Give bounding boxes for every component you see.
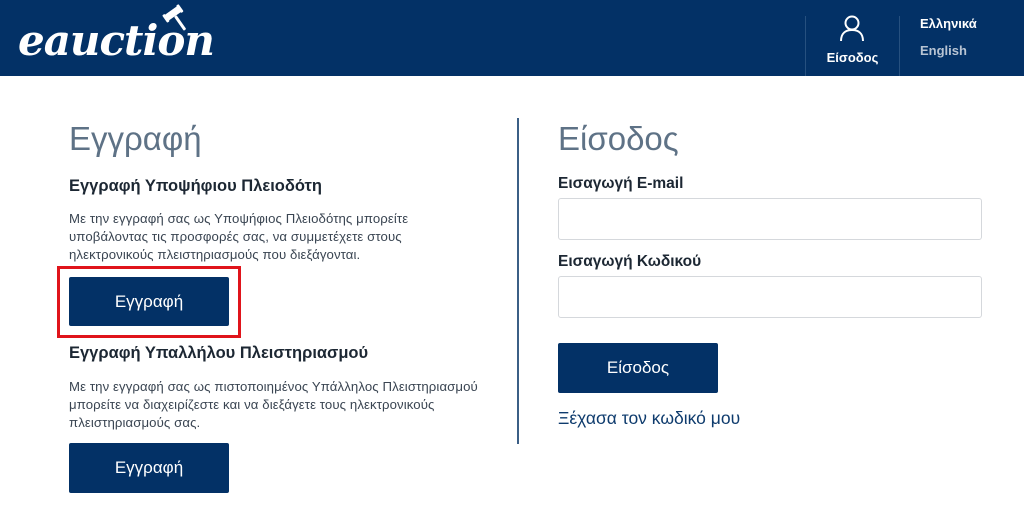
password-label: Εισαγωγή Κωδικού: [558, 253, 702, 270]
forgot-password-link[interactable]: Ξέχασα τον κωδικό μου: [558, 408, 740, 429]
site-header: eauction Είσοδος Ελληνικά English: [0, 0, 1024, 76]
bidder-register-button[interactable]: Εγγραφή: [69, 277, 229, 326]
login-submit-button[interactable]: Είσοδος: [558, 343, 718, 393]
header-divider: [899, 16, 900, 76]
header-login-label: Είσοδος: [826, 50, 879, 65]
bidder-register-heading: Εγγραφή Υποψήφιου Πλειοδότη: [69, 177, 322, 195]
header-login-link[interactable]: Είσοδος: [806, 0, 899, 76]
employee-register-heading: Εγγραφή Υπαλλήλου Πλειστηριασμού: [69, 344, 369, 362]
language-english[interactable]: English: [920, 43, 967, 58]
email-field[interactable]: [558, 198, 982, 240]
column-divider: [517, 118, 519, 444]
eauction-logo[interactable]: eauction: [18, 4, 238, 68]
language-greek[interactable]: Ελληνικά: [920, 16, 977, 31]
user-icon: [840, 15, 864, 42]
register-title: Εγγραφή: [69, 120, 202, 157]
bidder-register-description: Με την εγγραφή σας ως Υποψήφιος Πλειοδότ…: [69, 211, 409, 262]
gavel-icon: [162, 4, 186, 31]
password-field[interactable]: [558, 276, 982, 318]
login-title: Είσοδος: [558, 120, 679, 157]
employee-register-button[interactable]: Εγγραφή: [69, 443, 229, 493]
email-label: Εισαγωγή E-mail: [558, 175, 684, 192]
employee-register-description: Με την εγγραφή σας ως πιστοποιημένος Υπά…: [69, 379, 478, 430]
